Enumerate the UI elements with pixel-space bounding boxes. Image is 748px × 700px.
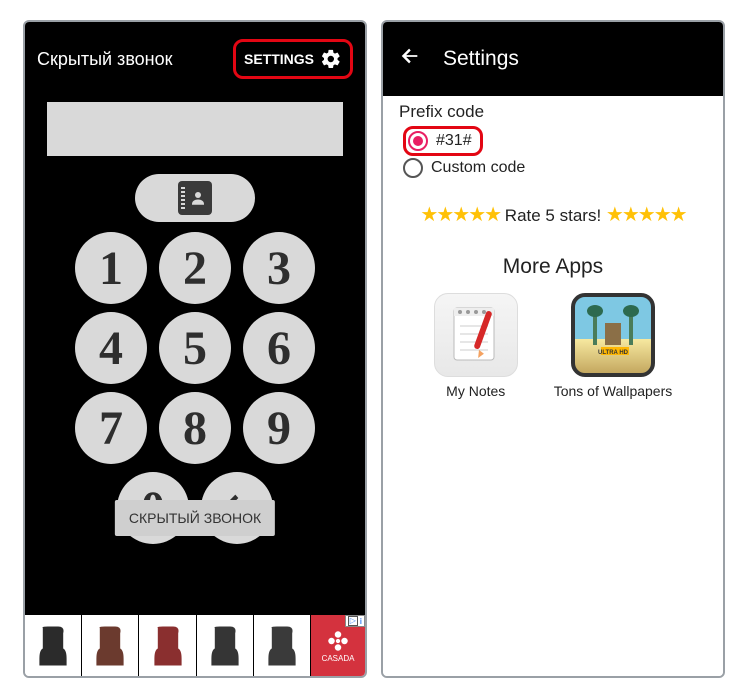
- ad-item-2: [82, 615, 139, 676]
- ad-badge[interactable]: ▷ i: [345, 615, 365, 627]
- key-1[interactable]: 1: [75, 232, 147, 304]
- key-9[interactable]: 9: [243, 392, 315, 464]
- ad-banner[interactable]: CASADA ▷ i: [25, 614, 365, 676]
- number-display[interactable]: [47, 102, 343, 156]
- radio-icon: [408, 131, 428, 151]
- key-6[interactable]: 6: [243, 312, 315, 384]
- ad-item-5: [254, 615, 311, 676]
- settings-title: Settings: [443, 47, 519, 71]
- apps-row: My Notes ULTRA HD To: [397, 293, 709, 399]
- key-3[interactable]: 3: [243, 232, 315, 304]
- phone-left: Скрытый звонок SETTINGS 1 2 3 4 5: [23, 20, 367, 678]
- ad-item-1: [25, 615, 82, 676]
- contacts-icon: [178, 181, 212, 215]
- settings-button[interactable]: SETTINGS: [233, 39, 353, 79]
- star-icon: ★★★★★: [606, 204, 686, 226]
- close-icon[interactable]: ▷: [348, 616, 358, 626]
- left-body: 1 2 3 4 5 6 7 8 9 0 СКРЫТЫЙ ЗВОНОК: [25, 96, 365, 614]
- key-5[interactable]: 5: [159, 312, 231, 384]
- toast: СКРЫТЫЙ ЗВОНОК: [115, 500, 275, 536]
- ad-logo-text: CASADA: [322, 654, 355, 663]
- rate-text: Rate 5 stars!: [500, 206, 606, 225]
- info-icon[interactable]: i: [360, 617, 362, 626]
- ad-item-4: [197, 615, 254, 676]
- gear-icon: [320, 48, 342, 70]
- dialpad: 1 2 3 4 5 6 7 8 9: [75, 232, 315, 464]
- right-body: Prefix code #31# Custom code ★★★★★ Rate …: [383, 96, 723, 676]
- radio-custom[interactable]: Custom code: [403, 156, 709, 180]
- app-wallpapers-label: Tons of Wallpapers: [554, 383, 673, 399]
- contacts-button[interactable]: [135, 174, 255, 222]
- key-4[interactable]: 4: [75, 312, 147, 384]
- app-wallpapers[interactable]: ULTRA HD Tons of Wallpapers: [554, 293, 673, 399]
- flower-icon: [325, 628, 351, 654]
- settings-label: SETTINGS: [244, 51, 314, 67]
- radio-custom-label: Custom code: [431, 159, 525, 177]
- radio-31[interactable]: #31#: [403, 126, 483, 156]
- app-my-notes-label: My Notes: [434, 383, 518, 399]
- radio-31-label: #31#: [436, 132, 472, 150]
- app-title: Скрытый звонок: [37, 49, 173, 70]
- phone-right: Settings Prefix code #31# Custom code ★★…: [381, 20, 725, 678]
- right-header: Settings: [383, 22, 723, 96]
- rate-row[interactable]: ★★★★★ Rate 5 stars! ★★★★★: [397, 202, 709, 227]
- prefix-radio-group: #31# Custom code: [403, 126, 709, 180]
- key-7[interactable]: 7: [75, 392, 147, 464]
- prefix-code-label: Prefix code: [399, 102, 709, 122]
- wallpapers-icon: ULTRA HD: [571, 293, 655, 377]
- more-apps-title: More Apps: [397, 255, 709, 279]
- notes-icon: [434, 293, 518, 377]
- app-my-notes[interactable]: My Notes: [434, 293, 518, 399]
- svg-text:ULTRA HD: ULTRA HD: [598, 350, 629, 356]
- arrow-left-icon: [399, 45, 421, 67]
- left-header: Скрытый звонок SETTINGS: [25, 22, 365, 96]
- key-8[interactable]: 8: [159, 392, 231, 464]
- star-icon: ★★★★★: [420, 204, 500, 226]
- ad-item-3: [139, 615, 196, 676]
- key-2[interactable]: 2: [159, 232, 231, 304]
- back-button[interactable]: [399, 45, 421, 73]
- radio-icon: [403, 158, 423, 178]
